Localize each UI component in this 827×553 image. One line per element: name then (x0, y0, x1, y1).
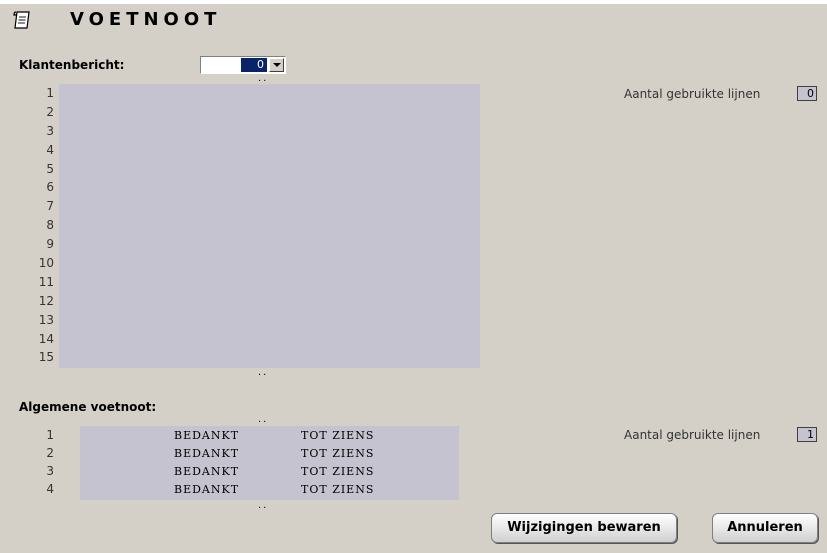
line-number: 3 (46, 123, 54, 138)
line-number: 7 (46, 199, 54, 214)
resize-handle-bottom[interactable]: .. (258, 501, 268, 511)
footer-text-right: TOT ZIENS (301, 465, 375, 478)
line-number: 5 (46, 161, 54, 176)
algemene-voetnoot-label: Algemene voetnoot: (19, 400, 157, 414)
line-number: 4 (46, 482, 54, 496)
line-number: 6 (46, 180, 54, 195)
klantenbericht-textarea[interactable] (59, 84, 480, 368)
line-number: 4 (46, 142, 54, 157)
footer-text-right: TOT ZIENS (301, 483, 375, 496)
footer-row: BEDANKT TOT ZIENS (80, 426, 460, 444)
line-number: 11 (38, 274, 54, 289)
algemene-line-numbers: 1 2 3 4 (18, 426, 54, 498)
resize-handle-top[interactable]: .. (258, 74, 268, 84)
footer-text-left: BEDANKT (174, 429, 240, 442)
footer-text-left: BEDANKT (174, 483, 240, 496)
scroll-icon (13, 11, 30, 29)
algemene-voetnoot-textarea[interactable]: BEDANKT TOT ZIENS BEDANKT TOT ZIENS BEDA… (80, 426, 459, 500)
line-number: 2 (46, 104, 54, 119)
klantenbericht-line-numbers: 1 2 3 4 5 6 7 8 9 10 11 12 13 14 15 (18, 84, 54, 367)
footer-row: BEDANKT TOT ZIENS (80, 480, 460, 498)
klantenbericht-used-lines-label: Aantal gebruikte lijnen (624, 87, 761, 101)
line-number: 1 (46, 86, 54, 100)
klantenbericht-label: Klantenbericht: (19, 58, 125, 72)
cancel-button[interactable]: Annuleren (712, 513, 818, 543)
chevron-down-icon[interactable] (269, 58, 284, 72)
line-number: 1 (46, 428, 54, 442)
line-number: 10 (38, 256, 54, 271)
klantenbericht-select[interactable]: 0 (200, 56, 286, 74)
line-number: 15 (38, 350, 54, 365)
save-button[interactable]: Wijzigingen bewaren (491, 513, 677, 543)
line-number: 13 (38, 312, 54, 327)
footer-text-right: TOT ZIENS (301, 447, 375, 460)
resize-handle-bottom[interactable]: .. (258, 368, 268, 378)
algemene-used-lines-label: Aantal gebruikte lijnen (624, 428, 761, 442)
footer-text-left: BEDANKT (174, 465, 240, 478)
line-number: 3 (46, 464, 54, 478)
footer-text-right: TOT ZIENS (301, 429, 375, 442)
footer-row: BEDANKT TOT ZIENS (80, 462, 460, 480)
algemene-used-lines-count: 1 (797, 427, 817, 442)
line-number: 9 (46, 237, 54, 252)
klantenbericht-used-lines-count: 0 (797, 86, 817, 101)
line-number: 2 (46, 446, 54, 460)
top-border (0, 0, 827, 4)
page-title: VOETNOOT (70, 9, 222, 30)
line-number: 12 (38, 293, 54, 308)
line-number: 8 (46, 218, 54, 233)
line-number: 14 (38, 331, 54, 346)
footer-row: BEDANKT TOT ZIENS (80, 444, 460, 462)
select-value: 0 (241, 58, 267, 72)
resize-handle-top[interactable]: .. (258, 415, 268, 425)
footer-text-left: BEDANKT (174, 447, 240, 460)
